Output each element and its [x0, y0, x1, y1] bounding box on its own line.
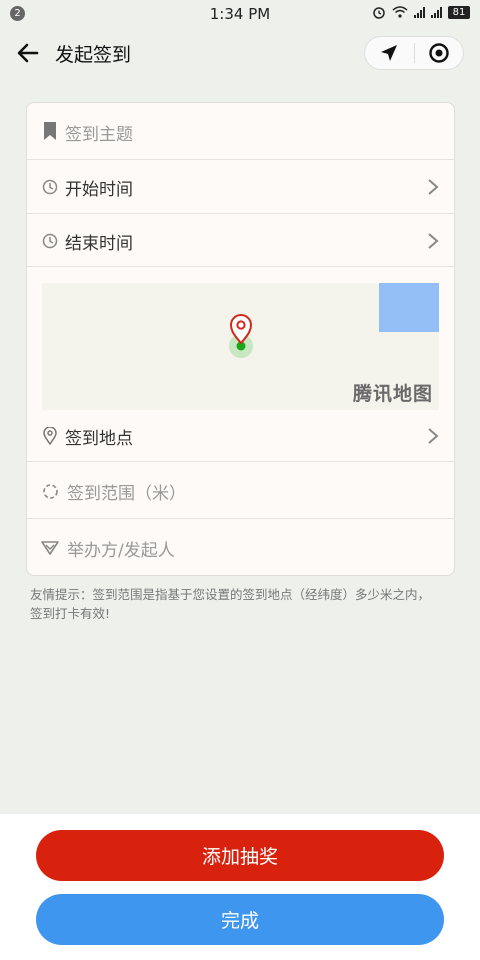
- battery-indicator: 81: [448, 5, 470, 19]
- back-arrow-icon: [17, 43, 39, 63]
- bottom-action-area: 添加抽奖 完成: [0, 814, 480, 960]
- location-map[interactable]: 腾讯地图: [42, 283, 439, 410]
- target-circle-icon: [429, 43, 449, 63]
- end-time-label: 结束时间: [65, 234, 133, 254]
- organizer-triangle-icon: [41, 539, 59, 557]
- status-bar: 2 1:34 PM 81: [0, 0, 480, 26]
- clock-icon: [41, 232, 59, 250]
- chevron-right-icon: [428, 233, 439, 249]
- navigation-arrow-icon: [381, 45, 398, 61]
- finish-button[interactable]: 完成: [36, 894, 444, 945]
- location-label: 签到地点: [65, 429, 133, 449]
- close-mini-program-button[interactable]: [414, 37, 463, 69]
- signal-icon-2: [431, 6, 442, 18]
- checkin-form-card: 签到主题 开始时间 结束时间 腾讯地图 签到地点 签到范围（米） 举办方/发起人: [26, 102, 455, 576]
- start-time-row[interactable]: 开始时间: [27, 160, 454, 214]
- topic-input-placeholder[interactable]: 签到主题: [65, 120, 133, 145]
- map-pin-icon: [229, 314, 253, 358]
- organizer-input-placeholder[interactable]: 举办方/发起人: [67, 536, 175, 561]
- mini-program-capsule: [364, 36, 464, 70]
- range-input-placeholder[interactable]: 签到范围（米）: [67, 479, 186, 504]
- location-pin-icon: [41, 427, 59, 445]
- end-time-row[interactable]: 结束时间: [27, 214, 454, 267]
- map-brand-logo: 腾讯地图: [352, 383, 433, 405]
- organizer-row[interactable]: 举办方/发起人: [27, 519, 454, 575]
- alarm-icon: [373, 7, 385, 19]
- range-row[interactable]: 签到范围（米）: [27, 462, 454, 519]
- start-time-label: 开始时间: [65, 180, 133, 200]
- page-title: 发起签到: [55, 44, 132, 66]
- back-button[interactable]: [14, 39, 42, 67]
- wifi-icon: [392, 6, 408, 18]
- navigation-header: 发起签到: [0, 26, 480, 80]
- range-circle-icon: [41, 482, 59, 500]
- topic-row[interactable]: 签到主题: [27, 103, 454, 160]
- chevron-right-icon: [428, 179, 439, 195]
- tips-text: 友情提示：签到范围是指基于您设置的签到地点（经纬度）多少米之内，签到打卡有效!: [30, 587, 431, 621]
- add-lottery-button[interactable]: 添加抽奖: [36, 830, 444, 881]
- location-row[interactable]: 签到地点: [27, 410, 454, 462]
- bookmark-icon: [41, 122, 59, 140]
- map-tile: [379, 283, 439, 332]
- clock-icon: [41, 178, 59, 196]
- signal-icon: [414, 6, 425, 18]
- location-button[interactable]: [365, 37, 414, 69]
- status-right: 81: [372, 5, 470, 19]
- chevron-right-icon: [428, 428, 439, 444]
